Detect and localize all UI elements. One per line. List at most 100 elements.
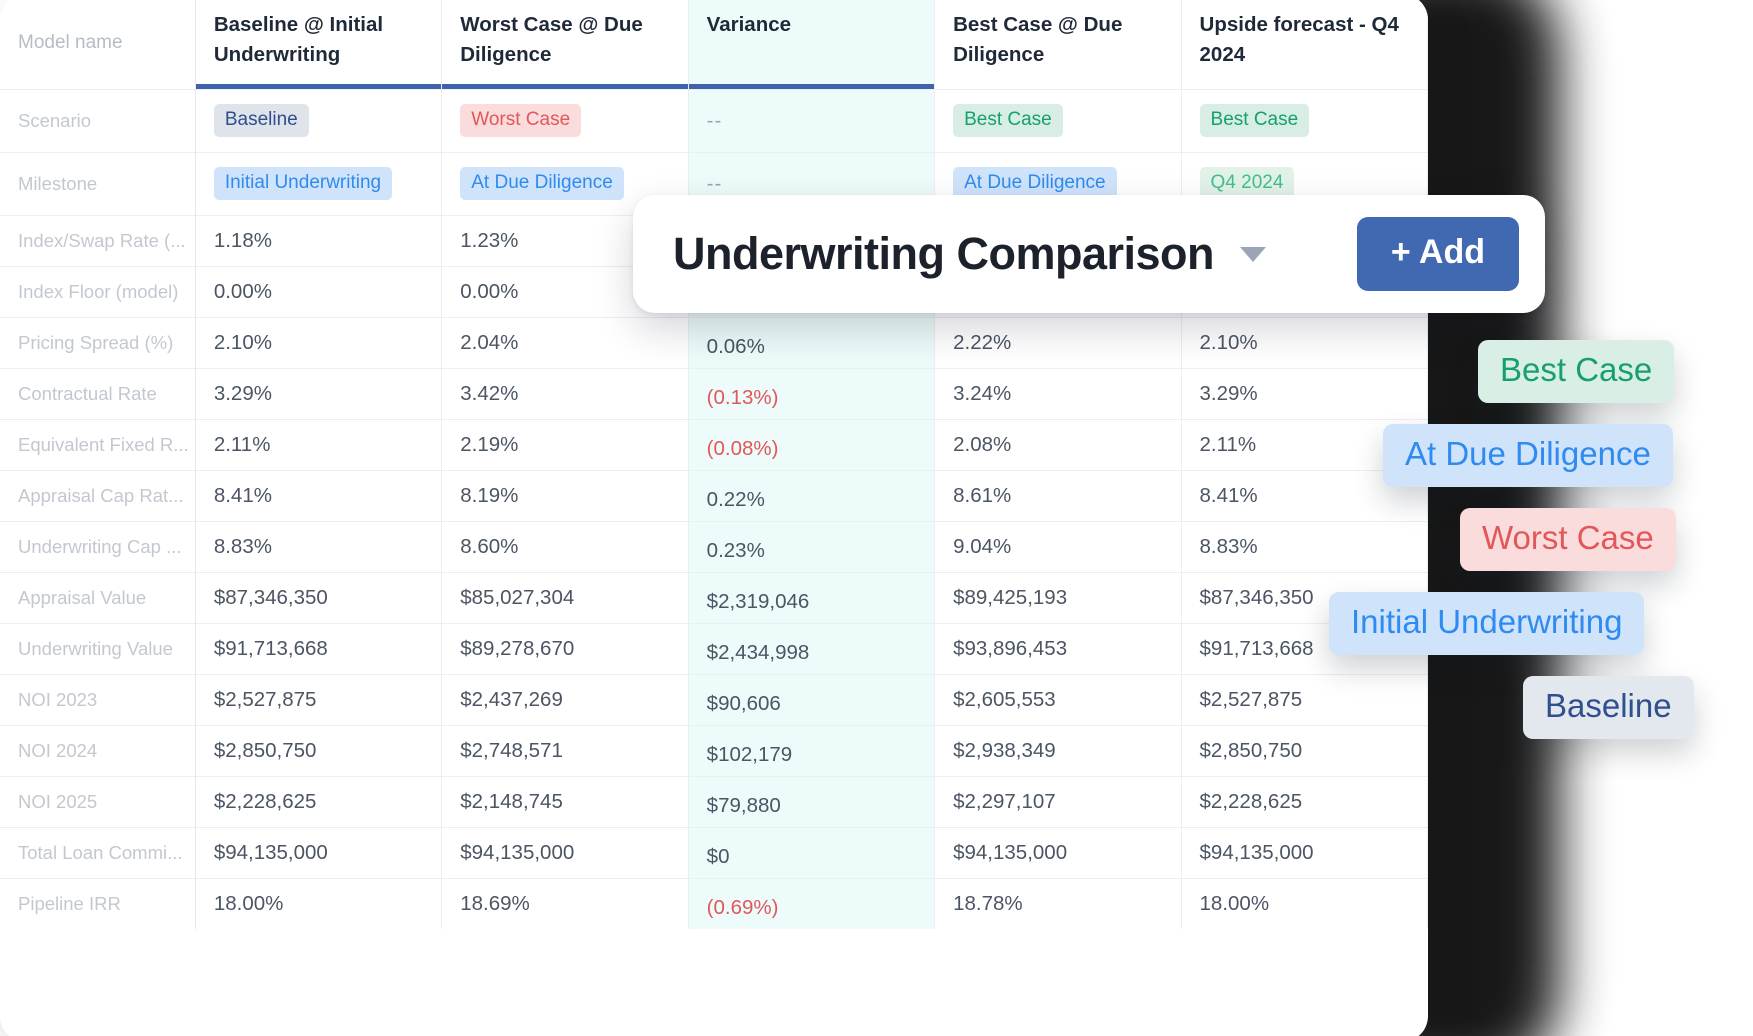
floating-chip-worst-case[interactable]: Worst Case <box>1460 508 1676 571</box>
cell-worst-case: 8.19% <box>442 470 688 521</box>
row-label: Index Floor (model) <box>0 266 195 317</box>
cell-upside-forecast: $2,527,875 <box>1181 674 1427 725</box>
table-header: Model name Baseline @ Initial Underwriti… <box>0 0 1428 89</box>
cell-best-case: 8.61% <box>935 470 1181 521</box>
screenshot-stage: Model name Baseline @ Initial Underwriti… <box>0 0 1753 1036</box>
cell-scenario-worst: Worst Case <box>442 89 688 152</box>
row-label: Pipeline IRR <box>0 878 195 929</box>
row-label: Appraisal Value <box>0 572 195 623</box>
status-badge-baseline: Baseline <box>214 104 309 138</box>
cell-baseline: 8.83% <box>195 521 441 572</box>
cell-upside-forecast: $94,135,000 <box>1181 827 1427 878</box>
cell-worst-case: $89,278,670 <box>442 623 688 674</box>
cell-worst-case: $2,748,571 <box>442 725 688 776</box>
cell-best-case: 3.24% <box>935 368 1181 419</box>
cell-worst-case: 3.42% <box>442 368 688 419</box>
row-label: Underwriting Cap ... <box>0 521 195 572</box>
table-row: Appraisal Cap Rat...8.41%8.19%0.22%8.61%… <box>0 470 1428 521</box>
floating-chip-best-case[interactable]: Best Case <box>1478 340 1674 403</box>
page-title: Underwriting Comparison <box>673 228 1214 280</box>
column-header-worst-case[interactable]: Worst Case @ Due Diligence <box>442 0 688 89</box>
cell-upside-forecast: $2,850,750 <box>1181 725 1427 776</box>
table-row-scenario: Scenario Baseline Worst Case -- Best Cas… <box>0 89 1428 152</box>
cell-variance: $2,434,998 <box>688 623 934 674</box>
cell-baseline: 1.18% <box>195 215 441 266</box>
underwriting-comparison-table: Model name Baseline @ Initial Underwriti… <box>0 0 1428 929</box>
cell-variance: $0 <box>688 827 934 878</box>
column-header-upside-forecast[interactable]: Upside forecast - Q4 2024 <box>1181 0 1427 89</box>
cell-best-case: $93,896,453 <box>935 623 1181 674</box>
status-badge-initial-underwriting: Initial Underwriting <box>214 167 392 201</box>
cell-scenario-variance: -- <box>688 89 934 152</box>
cell-upside-forecast: $2,228,625 <box>1181 776 1427 827</box>
cell-scenario-upside: Best Case <box>1181 89 1427 152</box>
cell-baseline: 18.00% <box>195 878 441 929</box>
table-row: Contractual Rate3.29%3.42%(0.13%)3.24%3.… <box>0 368 1428 419</box>
cell-best-case: $89,425,193 <box>935 572 1181 623</box>
cell-baseline: 2.10% <box>195 317 441 368</box>
cell-best-case: $2,297,107 <box>935 776 1181 827</box>
cell-worst-case: 2.19% <box>442 419 688 470</box>
cell-best-case: $94,135,000 <box>935 827 1181 878</box>
cell-worst-case: 2.04% <box>442 317 688 368</box>
row-label: Total Loan Commi... <box>0 827 195 878</box>
cell-baseline: $91,713,668 <box>195 623 441 674</box>
column-header-variance[interactable]: Variance <box>688 0 934 89</box>
table-row: Total Loan Commi...$94,135,000$94,135,00… <box>0 827 1428 878</box>
column-header-baseline[interactable]: Baseline @ Initial Underwriting <box>195 0 441 89</box>
table-row: NOI 2023$2,527,875$2,437,269$90,606$2,60… <box>0 674 1428 725</box>
cell-variance: (0.08%) <box>688 419 934 470</box>
comparison-table-card: Model name Baseline @ Initial Underwriti… <box>0 0 1428 1036</box>
cell-variance: 0.23% <box>688 521 934 572</box>
column-header-model-name[interactable]: Model name <box>0 0 195 89</box>
cell-best-case: $2,938,349 <box>935 725 1181 776</box>
row-label: NOI 2023 <box>0 674 195 725</box>
table-row: Underwriting Cap ...8.83%8.60%0.23%9.04%… <box>0 521 1428 572</box>
floating-chip-at-due-diligence[interactable]: At Due Diligence <box>1383 424 1673 487</box>
status-badge-at-due-diligence: At Due Diligence <box>460 167 624 201</box>
cell-upside-forecast: 8.83% <box>1181 521 1427 572</box>
cell-best-case: 2.22% <box>935 317 1181 368</box>
row-label: Index/Swap Rate (... <box>0 215 195 266</box>
cell-baseline: $87,346,350 <box>195 572 441 623</box>
cell-variance: 0.22% <box>688 470 934 521</box>
cell-upside-forecast: 3.29% <box>1181 368 1427 419</box>
row-label: NOI 2025 <box>0 776 195 827</box>
cell-best-case: $2,605,553 <box>935 674 1181 725</box>
floating-title-toolbar: Underwriting Comparison + Add <box>633 195 1545 313</box>
cell-variance: $79,880 <box>688 776 934 827</box>
cell-variance: $102,179 <box>688 725 934 776</box>
cell-worst-case: $94,135,000 <box>442 827 688 878</box>
cell-variance: (0.13%) <box>688 368 934 419</box>
cell-best-case: 9.04% <box>935 521 1181 572</box>
table-row: Underwriting Value$91,713,668$89,278,670… <box>0 623 1428 674</box>
row-label: NOI 2024 <box>0 725 195 776</box>
status-badge-best-case: Best Case <box>953 104 1063 138</box>
cell-baseline: 3.29% <box>195 368 441 419</box>
floating-chip-baseline[interactable]: Baseline <box>1523 676 1694 739</box>
row-label: Pricing Spread (%) <box>0 317 195 368</box>
cell-variance: $2,319,046 <box>688 572 934 623</box>
row-label-milestone: Milestone <box>0 152 195 215</box>
row-label: Contractual Rate <box>0 368 195 419</box>
table-row: Pricing Spread (%)2.10%2.04%0.06%2.22%2.… <box>0 317 1428 368</box>
cell-best-case: 2.08% <box>935 419 1181 470</box>
add-button[interactable]: + Add <box>1357 217 1519 291</box>
cell-worst-case: $85,027,304 <box>442 572 688 623</box>
cell-worst-case: $2,148,745 <box>442 776 688 827</box>
column-header-best-case[interactable]: Best Case @ Due Diligence <box>935 0 1181 89</box>
row-label: Underwriting Value <box>0 623 195 674</box>
cell-baseline: $2,527,875 <box>195 674 441 725</box>
cell-scenario-baseline: Baseline <box>195 89 441 152</box>
floating-chip-initial-underwriting[interactable]: Initial Underwriting <box>1329 592 1644 655</box>
cell-best-case: 18.78% <box>935 878 1181 929</box>
header-row: Model name Baseline @ Initial Underwriti… <box>0 0 1428 89</box>
row-label: Equivalent Fixed R... <box>0 419 195 470</box>
cell-variance: $90,606 <box>688 674 934 725</box>
cell-upside-forecast: 2.10% <box>1181 317 1427 368</box>
table-row: Pipeline IRR18.00%18.69%(0.69%)18.78%18.… <box>0 878 1428 929</box>
cell-upside-forecast: 18.00% <box>1181 878 1427 929</box>
chevron-down-icon[interactable] <box>1240 247 1266 262</box>
table-row: Appraisal Value$87,346,350$85,027,304$2,… <box>0 572 1428 623</box>
cell-baseline: 2.11% <box>195 419 441 470</box>
